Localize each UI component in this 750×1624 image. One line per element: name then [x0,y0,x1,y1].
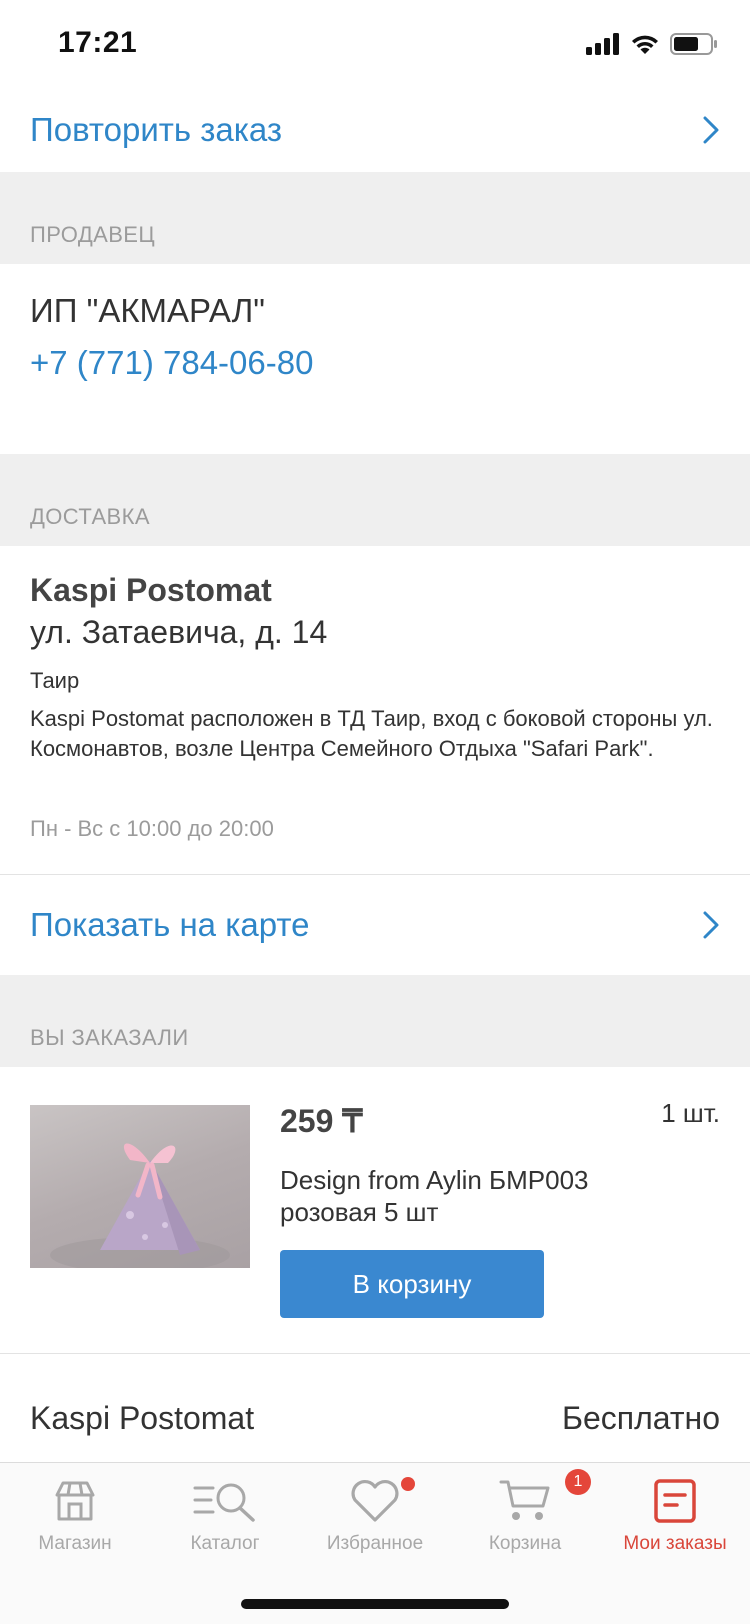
seller-header-label: ПРОДАВЕЦ [30,222,156,247]
status-bar: 17:21 [0,0,750,88]
tab-my-orders[interactable]: Мои заказы [600,1463,750,1573]
tab-label: Каталог [190,1533,260,1554]
product-photo-icon [50,1143,230,1268]
cart-icon [499,1480,550,1520]
chevron-right-icon [703,911,719,939]
delivery-description: Kaspi Postomat расположен в ТД Таир, вхо… [30,706,713,761]
home-indicator [241,1599,509,1609]
tab-cart[interactable]: 1 Корзина [450,1463,600,1573]
ordered-header-label: ВЫ ЗАКАЗАЛИ [30,1025,189,1050]
seller-section-header: ПРОДАВЕЦ [0,172,750,264]
delivery-place: Таир [30,668,80,693]
show-on-map-label: Показать на карте [30,906,310,943]
divider [0,1353,750,1354]
signal-icon [586,33,619,55]
battery-icon [670,33,717,55]
shipping-cost-value: Бесплатно [561,1400,720,1436]
tab-label: Избранное [326,1533,424,1554]
tab-catalog[interactable]: Каталог [150,1463,300,1573]
show-on-map-row[interactable]: Показать на карте [0,875,750,975]
product-name[interactable]: Design from Aylin БМР003 розовая 5 шт [280,1164,660,1228]
product-quantity: 1 шт. [661,1098,720,1128]
tab-label: Мои заказы [623,1533,727,1554]
delivery-header-label: ДОСТАВКА [30,504,150,529]
seller-phone-link[interactable]: +7 (771) 784-06-80 [30,344,313,382]
delivery-hours: Пн - Вс с 10:00 до 20:00 [30,816,274,841]
orders-icon [654,1479,696,1523]
delivery-title: Kaspi Postomat [30,572,272,608]
delivery-section-header: ДОСТАВКА [0,454,750,546]
status-icons [586,32,718,56]
add-to-cart-button[interactable]: В корзину [280,1250,544,1318]
product-image[interactable] [30,1105,250,1268]
repeat-order-label: Повторить заказ [30,111,282,148]
favorites-badge-dot [401,1477,415,1491]
status-time: 17:21 [58,26,138,59]
tab-favorites[interactable]: Избранное [300,1463,450,1573]
catalog-search-icon [193,1483,255,1522]
delivery-address: ул. Затаевича, д. 14 [30,614,328,650]
heart-icon [351,1480,399,1522]
store-icon [55,1481,95,1521]
tab-label: Магазин [38,1533,112,1554]
ordered-section-header: ВЫ ЗАКАЗАЛИ [0,975,750,1067]
product-price: 259 ₸ [280,1103,363,1139]
seller-name: ИП "АКМАРАЛ" [30,292,265,329]
shipping-method-label: Kaspi Postomat [30,1400,255,1436]
repeat-order-row[interactable]: Повторить заказ [0,88,750,172]
wifi-icon [632,35,658,54]
tab-label: Корзина [488,1533,562,1554]
chevron-right-icon [703,116,719,144]
tab-store[interactable]: Магазин [0,1463,150,1573]
cart-badge: 1 [565,1469,591,1495]
